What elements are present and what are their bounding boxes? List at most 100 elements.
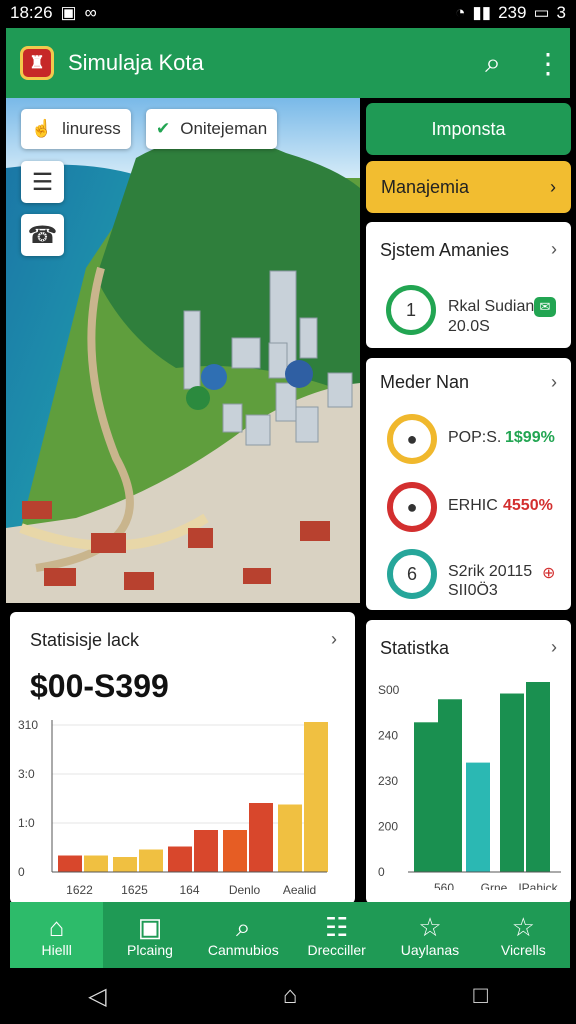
bar [414, 722, 438, 872]
bar [438, 699, 462, 872]
app-title: Simulaja Kota [68, 50, 204, 75]
score-ring-value: 6 [406, 563, 417, 584]
bar [500, 693, 524, 872]
menu-button[interactable]: ☰ [21, 161, 64, 203]
x-tick-label: Denlo [229, 883, 261, 897]
x-tick-label: IPahick [518, 881, 558, 890]
y-tick-label: 310 [18, 718, 38, 732]
filter-pill-2[interactable]: ✔ Onitejeman [146, 109, 278, 149]
y-tick-label: 240 [378, 729, 398, 743]
bar [278, 804, 302, 872]
tab-canmubios[interactable]: ⌕ Canmubios [197, 902, 290, 968]
bar [466, 762, 490, 872]
system-line-2: 20.0S [448, 318, 490, 335]
list-icon: ☷ [324, 912, 349, 942]
bar [58, 855, 82, 872]
city-logo: ♜ [20, 46, 54, 80]
city-map[interactable]: ☝ linuress ✔ Onitejeman ☰ ☎ [6, 98, 360, 603]
meder-row-3-sub: SII0Ö3 [448, 582, 498, 599]
chevron-right-icon: › [551, 372, 557, 392]
system-card[interactable]: Sjstem Amanies › 1 Rkal Sudian 20.0S ✉ [366, 222, 571, 348]
signal-icon: ▮▮ [472, 3, 492, 22]
bar [113, 857, 137, 872]
y-tick-label: S00 [378, 683, 400, 697]
app-bar: ♜ Simulaja Kota ⌕ ⋮ [6, 28, 570, 98]
tab-home[interactable]: ⌂ Hielll [10, 902, 104, 968]
meder-row-1-label: POP:S. [448, 429, 502, 446]
chevron-right-icon: › [551, 637, 557, 657]
tab-plcaing-label: Plcaing [127, 942, 173, 958]
tab-vicrells[interactable]: ☆ Vicrells [477, 902, 570, 968]
manajemia-button[interactable]: Manajemia › [366, 161, 571, 213]
search-icon: ⌕ [236, 912, 251, 942]
filter-pill-1[interactable]: ☝ linuress [21, 109, 131, 149]
infinity-icon: ∞ [84, 3, 97, 22]
tab-plcaing[interactable]: ▣ Plcaing [103, 902, 196, 968]
y-tick-label: 0 [18, 865, 25, 879]
tab-uaylanas-label: Uaylanas [400, 942, 460, 958]
status-time: 18:26 [10, 3, 53, 22]
back-icon[interactable]: ◁ [88, 982, 106, 1011]
tab-home-label: Hielll [41, 942, 72, 958]
manajemia-label: Manajemia [381, 176, 470, 197]
home-icon: ⌂ [48, 912, 65, 942]
tab-drecciller-label: Drecciller [307, 942, 366, 958]
meder-row-2-value: 4550% [503, 497, 553, 514]
stats-right-card[interactable]: Statistka › S00 240 230 200 0 560 Grne IPahick [366, 620, 571, 904]
y-tick-label: 1:0 [18, 816, 35, 830]
recents-icon[interactable]: □ [473, 982, 488, 1010]
phone-button[interactable]: ☎ [21, 214, 64, 256]
document-icon: ▣ [137, 912, 163, 942]
x-tick-label: 164 [179, 883, 199, 897]
tab-uaylanas[interactable]: ☆ Uaylanas [383, 902, 476, 968]
star-icon: ☆ [511, 912, 535, 942]
hamburger-icon: ☰ [31, 168, 54, 196]
status-bar: 18:26 ▣ ∞ ◔ ▮▮ 239 ▭ 3 [0, 0, 576, 26]
imponsta-button[interactable]: Imponsta [366, 103, 571, 155]
more-options-icon[interactable]: ⋮ [531, 46, 565, 80]
system-ring: 1 [386, 285, 436, 335]
tab-vicrells-label: Vicrells [500, 942, 546, 958]
y-tick-label: 3:0 [18, 767, 35, 781]
tab-drecciller[interactable]: ☷ Drecciller [290, 902, 383, 968]
meder-card[interactable]: Meder Nan › ● POP:S. 1$99% ● ERHIC 4550%… [366, 358, 571, 610]
x-tick-label: Grne [481, 881, 508, 890]
stats-left-card[interactable]: Statisisje lack › $00-S399 310 3:0 1:0 0 162… [10, 612, 355, 904]
battery-icon: ▭ [533, 3, 550, 22]
system-nav-bar: ◁ ⌂ □ [0, 968, 576, 1024]
x-tick-label: 1625 [121, 883, 148, 897]
bar [249, 803, 273, 872]
home-nav-icon[interactable]: ⌂ [283, 982, 298, 1010]
warning-icon: ⊕ [542, 565, 556, 582]
stats-left-chart: 310 3:0 1:0 0 1622 1625 164 Denlo Aealid [18, 718, 328, 897]
person-icon: ● [406, 496, 418, 517]
search-icon[interactable]: ⌕ [476, 46, 510, 80]
x-tick-label: 1622 [66, 883, 93, 897]
bottom-tab-bar: ⌂ Hielll ▣ Plcaing ⌕ Canmubios ☷ Drecciller … [10, 902, 570, 968]
bar [194, 830, 218, 872]
phone-screen: 18:26 ▣ ∞ ◔ ▮▮ 239 ▭ 3 ♜ Simulaja Kota ⌕… [0, 0, 576, 1024]
wifi-icon: ◔ [455, 3, 466, 22]
checkmark-icon: ✔ [156, 119, 171, 138]
bar [84, 855, 108, 872]
stats-right-title: Statistka [380, 638, 450, 658]
chevron-right-icon: › [551, 239, 557, 259]
filter-pill-2-label: Onitejeman [180, 119, 268, 138]
system-title: Sjstem Amanies [380, 240, 510, 260]
bar [526, 682, 550, 872]
y-tick-label: 200 [378, 820, 398, 834]
bar [168, 846, 192, 872]
hand-icon: ☝ [31, 119, 53, 138]
meder-title: Meder Nan [380, 372, 470, 392]
y-tick-label: 230 [378, 774, 398, 788]
chevron-right-icon: › [550, 176, 556, 197]
stats-left-title: Statisisje lack [30, 630, 140, 650]
battery-text: 3 [556, 3, 566, 22]
score-ring: 6 [387, 549, 437, 599]
person-icon: ● [406, 428, 418, 449]
filter-pill-1-label: linuress [62, 119, 121, 138]
bar [304, 722, 328, 872]
bar [223, 830, 247, 872]
economy-ring: ● [387, 482, 437, 532]
meder-row-2-label: ERHIC [448, 497, 498, 514]
